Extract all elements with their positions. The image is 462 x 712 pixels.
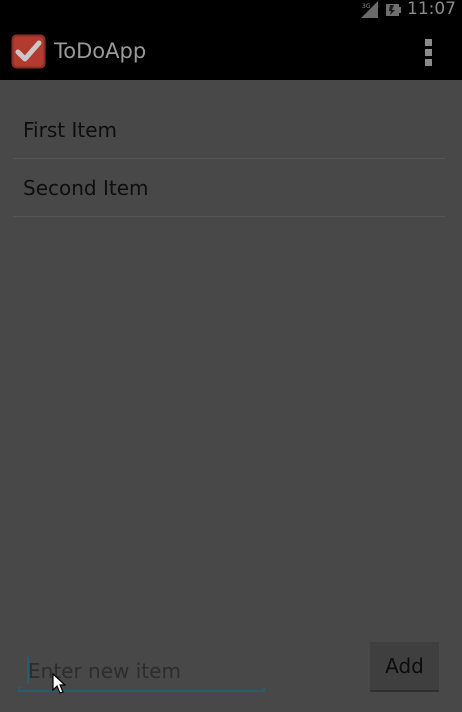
overflow-dot	[425, 59, 432, 66]
text-caret	[27, 657, 29, 684]
app-screen: 3G 11:07 ToDoApp First Item Second Item	[0, 0, 462, 712]
status-bar: 3G 11:07	[0, 0, 462, 19]
status-clock: 11:07	[407, 0, 456, 19]
todo-list: First Item Second Item	[13, 101, 445, 217]
overflow-dot	[425, 49, 432, 56]
field-underline-tick	[18, 687, 20, 692]
field-underline-tick	[263, 687, 265, 692]
signal-3g-icon: 3G	[361, 1, 378, 18]
overflow-dot	[425, 39, 432, 46]
mouse-pointer-icon	[52, 673, 66, 694]
list-item[interactable]: First Item	[13, 101, 445, 159]
list-item-label: Second Item	[23, 176, 149, 200]
app-title: ToDoApp	[54, 39, 147, 63]
add-item-button[interactable]: Add	[370, 642, 439, 690]
battery-icon	[386, 4, 401, 16]
action-bar: ToDoApp	[0, 19, 462, 80]
list-item[interactable]: Second Item	[13, 159, 445, 217]
checkmark-app-icon	[11, 34, 46, 69]
svg-text:3G: 3G	[362, 3, 371, 10]
overflow-menu-icon[interactable]	[418, 37, 440, 67]
list-item-label: First Item	[23, 118, 117, 142]
